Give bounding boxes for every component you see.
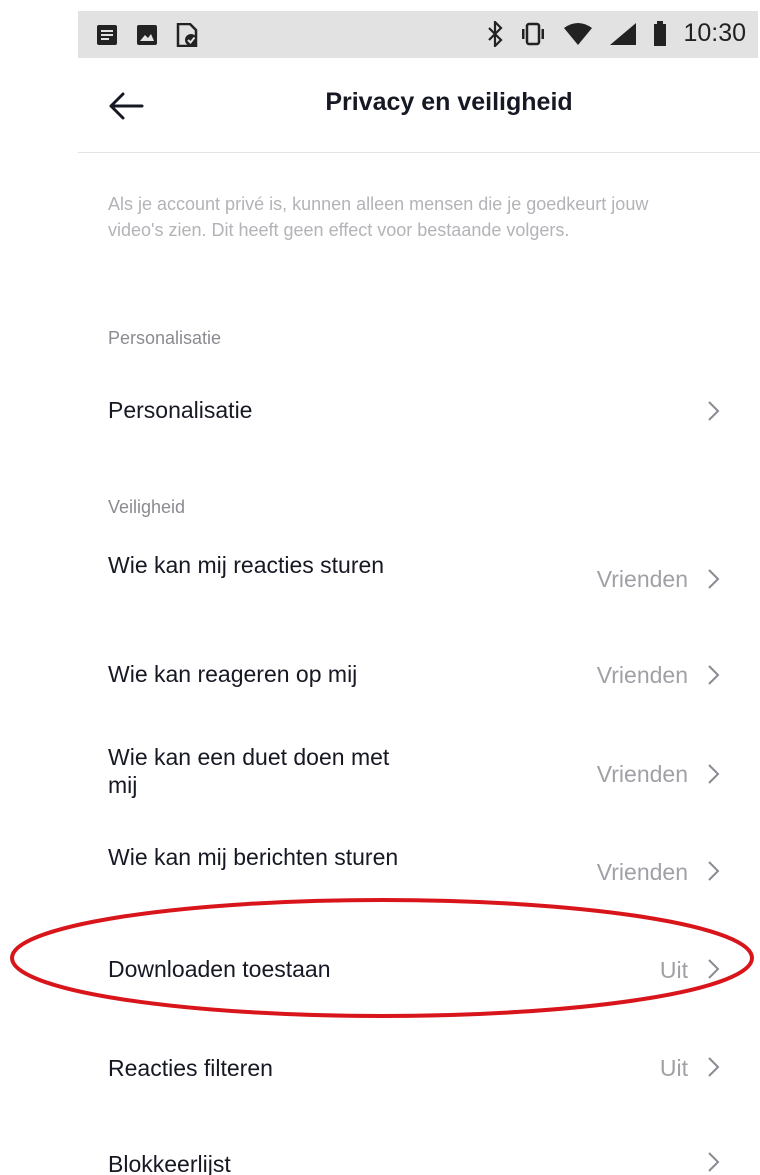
settings-row-comments[interactable]: Wie kan mij reacties sturen Vrienden [78,545,760,615]
chevron-right-icon [708,959,720,979]
row-label: Wie kan reageren op mij [108,661,358,687]
row-value: Uit [659,1055,688,1081]
chevron-right-icon [708,569,720,589]
row-label: Wie kan een duet doen met mij [108,744,390,798]
row-value: Vrienden [596,662,688,688]
section-header-personalisatie: Personalisatie [108,328,222,348]
vibrate-icon [522,22,545,45]
settings-row-messages[interactable]: Wie kan mij berichten sturen Vrienden [78,839,760,909]
settings-row-react[interactable]: Wie kan reageren op mij Vrienden [78,646,760,706]
row-value: Vrienden [596,761,688,787]
chevron-right-icon [708,665,720,685]
settings-row-allow-downloads[interactable]: Downloaden toestaan Uit [78,938,760,998]
chevron-right-icon [708,401,720,421]
row-label: Wie kan mij berichten sturen [108,844,399,870]
row-label: Personalisatie [108,397,253,423]
section-header-veiligheid: Veiligheid [108,497,186,517]
top-app-bar: Privacy en veiligheid [78,58,760,153]
chevron-right-icon [708,861,720,881]
settings-row-duet[interactable]: Wie kan een duet doen met mij Vrienden [78,741,760,811]
row-label: Blokkeerlijst [108,1151,231,1175]
row-value: Uit [659,957,688,983]
settings-row-personalisatie[interactable]: Personalisatie [78,380,760,440]
bluetooth-icon [488,20,503,47]
notes-icon [97,25,117,45]
row-label: Wie kan mij reacties sturen [108,552,385,578]
page-title: Privacy en veiligheid [325,88,573,116]
settings-row-block-list[interactable]: Blokkeerlijst [78,1135,760,1175]
file-check-icon [176,23,198,47]
wifi-icon [564,22,593,45]
account-private-info: Als je account privé is, kunnen alleen m… [108,194,649,240]
row-value: Vrienden [596,859,688,885]
battery-icon [654,20,667,46]
image-icon [137,25,157,45]
chevron-right-icon [708,1057,720,1077]
signal-icon [610,22,637,45]
chevron-right-icon [708,764,720,784]
status-bar: 10:30 [78,11,758,58]
row-label: Reacties filteren [108,1055,273,1081]
row-label: Downloaden toestaan [108,956,331,982]
chevron-right-icon [708,1152,720,1172]
row-value: Vrienden [596,566,688,592]
settings-row-filter-comments[interactable]: Reacties filteren Uit [78,1038,760,1098]
status-time: 10:30 [683,19,746,47]
